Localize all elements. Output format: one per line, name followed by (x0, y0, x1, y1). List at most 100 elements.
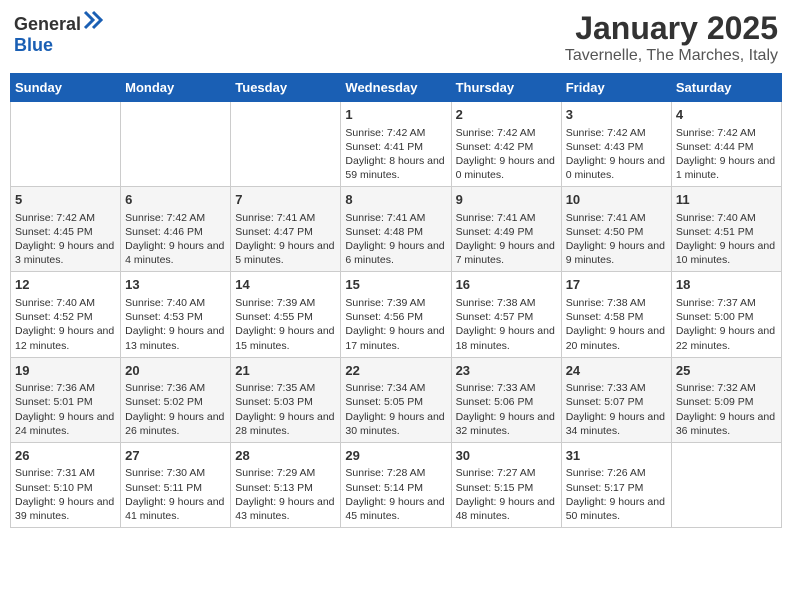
day-info-line: Daylight: 9 hours and 39 minutes. (15, 496, 114, 522)
day-number: 10 (566, 191, 667, 209)
day-number: 30 (456, 447, 557, 465)
calendar-cell: 30Sunrise: 7:27 AMSunset: 5:15 PMDayligh… (451, 442, 561, 527)
calendar-cell (231, 102, 341, 187)
day-info-line: Daylight: 9 hours and 48 minutes. (456, 496, 555, 522)
calendar-cell: 20Sunrise: 7:36 AMSunset: 5:02 PMDayligh… (121, 357, 231, 442)
day-info-line: Daylight: 9 hours and 50 minutes. (566, 496, 665, 522)
calendar-cell: 21 Sunrise: 7:35 AM Sunset: 5:03 PM Dayligh… (231, 357, 341, 442)
cell-content: 12Sunrise: 7:40 AMSunset: 4:52 PMDayligh… (15, 276, 116, 352)
cell-content: 27Sunrise: 7:30 AMSunset: 5:11 PMDayligh… (125, 447, 226, 523)
day-info-line: Daylight: 9 hours and 0 minutes. (566, 155, 665, 181)
day-number: 11 (676, 191, 777, 209)
cell-content: 16Sunrise: 7:38 AMSunset: 4:57 PMDayligh… (456, 276, 557, 352)
day-number: 15 (345, 276, 446, 294)
day-info-line: Sunrise: 7:41 AM (456, 212, 536, 224)
day-info-line: Daylight: 9 hours and 13 minutes. (125, 325, 224, 351)
calendar-cell: 1Sunrise: 7:42 AMSunset: 4:41 PMDaylight… (341, 102, 451, 187)
calendar-cell: 22Sunrise: 7:34 AMSunset: 5:05 PMDayligh… (341, 357, 451, 442)
day-info-line: Daylight: 9 hours and 24 minutes. (15, 411, 114, 437)
logo-icon (83, 10, 103, 30)
day-number: 16 (456, 276, 557, 294)
day-info-line: Sunset: 4:53 PM (125, 311, 203, 323)
col-wednesday: Wednesday (341, 74, 451, 102)
calendar-week-row: 19Sunrise: 7:36 AMSunset: 5:01 PMDayligh… (11, 357, 782, 442)
calendar-cell: 23Sunrise: 7:33 AMSunset: 5:06 PMDayligh… (451, 357, 561, 442)
day-info-line: Daylight: 9 hours and 36 minutes. (676, 411, 775, 437)
cell-content: 10Sunrise: 7:41 AMSunset: 4:50 PMDayligh… (566, 191, 667, 267)
day-info-line: Sunrise: 7:28 AM (345, 467, 425, 479)
cell-content: 11Sunrise: 7:40 AMSunset: 4:51 PMDayligh… (676, 191, 777, 267)
calendar-cell: 5Sunrise: 7:42 AMSunset: 4:45 PMDaylight… (11, 187, 121, 272)
day-info-line: Sunrise: 7:31 AM (15, 467, 95, 479)
day-info-line: Daylight: 9 hours and 20 minutes. (566, 325, 665, 351)
day-info-line: Sunset: 4:52 PM (15, 311, 93, 323)
day-info-line: Sunset: 4:43 PM (566, 141, 644, 153)
day-info-line: Sunset: 5:00 PM (676, 311, 754, 323)
day-info-line: Daylight: 9 hours and 18 minutes. (456, 325, 555, 351)
calendar-cell: 13 Sunrise: 7:40 AM Sunset: 4:53 PM Dayligh… (121, 272, 231, 357)
day-info-line: Sunset: 5:03 PM (235, 396, 313, 408)
day-number: 22 (345, 362, 446, 380)
day-info-line: Daylight: 9 hours and 6 minutes. (345, 240, 444, 266)
calendar-cell: 29Sunrise: 7:28 AMSunset: 5:14 PMDayligh… (341, 442, 451, 527)
day-info-line: Sunset: 4:47 PM (235, 226, 313, 238)
day-info-line: Sunset: 4:41 PM (345, 141, 423, 153)
day-info-line: Daylight: 9 hours and 26 minutes. (125, 411, 224, 437)
col-monday: Monday (121, 74, 231, 102)
day-info-line: Sunset: 4:42 PM (456, 141, 534, 153)
day-info-line: Sunrise: 7:42 AM (125, 212, 205, 224)
day-info-line: Sunrise: 7:39 AM (235, 297, 315, 309)
cell-content: 2Sunrise: 7:42 AMSunset: 4:42 PMDaylight… (456, 106, 557, 182)
cell-content: 23Sunrise: 7:33 AMSunset: 5:06 PMDayligh… (456, 362, 557, 438)
day-number: 2 (456, 106, 557, 124)
cell-content: 31Sunrise: 7:26 AMSunset: 5:17 PMDayligh… (566, 447, 667, 523)
day-info-line: Sunrise: 7:40 AM (125, 297, 205, 309)
day-info-line: Sunset: 4:51 PM (676, 226, 754, 238)
page-header: General Blue January 2025 Tavernelle, Th… (10, 10, 782, 65)
day-info-line: Sunrise: 7:35 AM (235, 382, 315, 394)
day-info-line: Daylight: 9 hours and 28 minutes. (235, 411, 334, 437)
day-number: 25 (676, 362, 777, 380)
calendar-cell: 16Sunrise: 7:38 AMSunset: 4:57 PMDayligh… (451, 272, 561, 357)
day-number: 3 (566, 106, 667, 124)
day-info-line: Daylight: 9 hours and 9 minutes. (566, 240, 665, 266)
col-saturday: Saturday (671, 74, 781, 102)
day-number: 20 (125, 362, 226, 380)
cell-content: 9Sunrise: 7:41 AMSunset: 4:49 PMDaylight… (456, 191, 557, 267)
day-info-line: Sunrise: 7:42 AM (345, 127, 425, 139)
day-number: 5 (15, 191, 116, 209)
day-info-line: Sunset: 5:07 PM (566, 396, 644, 408)
calendar-table: Sunday Monday Tuesday Wednesday Thursday… (10, 73, 782, 528)
day-info-line: Sunset: 4:58 PM (566, 311, 644, 323)
calendar-cell (121, 102, 231, 187)
cell-content: 7Sunrise: 7:41 AMSunset: 4:47 PMDaylight… (235, 191, 336, 267)
day-info-line: Sunrise: 7:42 AM (566, 127, 646, 139)
day-info-line: Daylight: 9 hours and 22 minutes. (676, 325, 775, 351)
calendar-cell: 26Sunrise: 7:31 AMSunset: 5:10 PMDayligh… (11, 442, 121, 527)
day-info-line: Sunrise: 7:26 AM (566, 467, 646, 479)
calendar-cell: 8Sunrise: 7:41 AMSunset: 4:48 PMDaylight… (341, 187, 451, 272)
calendar-cell: 11Sunrise: 7:40 AMSunset: 4:51 PMDayligh… (671, 187, 781, 272)
calendar-cell: 10Sunrise: 7:41 AMSunset: 4:50 PMDayligh… (561, 187, 671, 272)
day-info-line: Sunset: 4:56 PM (345, 311, 423, 323)
day-info-line: Daylight: 9 hours and 41 minutes. (125, 496, 224, 522)
day-info-line: Sunrise: 7:27 AM (456, 467, 536, 479)
day-info-line: Sunset: 4:45 PM (15, 226, 93, 238)
day-number: 21 (235, 362, 336, 380)
calendar-header-row: Sunday Monday Tuesday Wednesday Thursday… (11, 74, 782, 102)
day-number: 12 (15, 276, 116, 294)
day-info-line: Sunset: 5:14 PM (345, 482, 423, 494)
calendar-cell: 12Sunrise: 7:40 AMSunset: 4:52 PMDayligh… (11, 272, 121, 357)
calendar-cell: 18Sunrise: 7:37 AMSunset: 5:00 PMDayligh… (671, 272, 781, 357)
day-info-line: Daylight: 9 hours and 45 minutes. (345, 496, 444, 522)
calendar-week-row: 5 Sunrise: 7:42 AM Sunset: 4:45 PM Daylight… (11, 187, 782, 272)
day-info-line: Sunset: 5:06 PM (456, 396, 534, 408)
day-info-line: Sunset: 5:11 PM (125, 482, 202, 494)
calendar-week-row: 1Sunrise: 7:42 AMSunset: 4:41 PMDaylight… (11, 102, 782, 187)
day-info-line: Daylight: 9 hours and 34 minutes. (566, 411, 665, 437)
day-info-line: Sunrise: 7:37 AM (676, 297, 756, 309)
day-number: 13 (125, 276, 226, 294)
cell-content: 14Sunrise: 7:39 AMSunset: 4:55 PMDayligh… (235, 276, 336, 352)
day-info-line: Sunset: 4:50 PM (566, 226, 644, 238)
day-info-line: Daylight: 9 hours and 15 minutes. (235, 325, 334, 351)
